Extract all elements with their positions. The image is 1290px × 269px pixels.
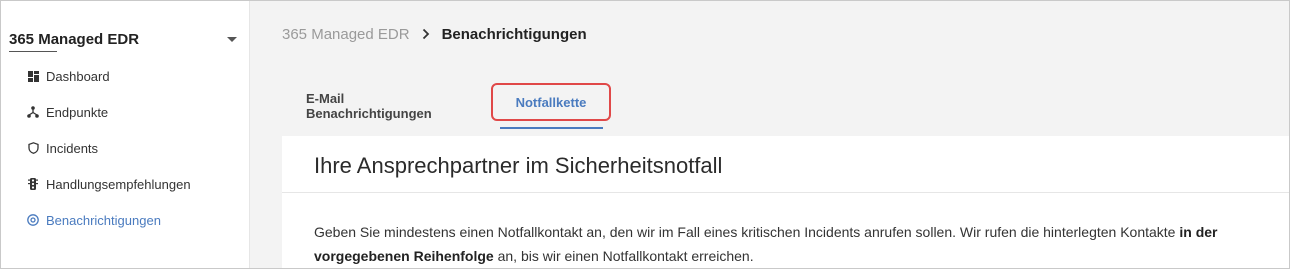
shield-icon [27, 142, 39, 154]
breadcrumb: 365 Managed EDR Benachrichtigungen [282, 23, 587, 45]
card-title: Ihre Ansprechpartner im Sicherheitsnotfa… [314, 153, 723, 178]
traffic-light-icon [27, 178, 39, 190]
sidebar-item-dashboard[interactable]: Dashboard [27, 58, 191, 94]
product-title: 365 Managed EDR [9, 30, 140, 48]
tab-label: Notfallkette [515, 94, 587, 110]
sidebar-item-label: Handlungsempfehlungen [46, 176, 191, 192]
tab-label: E-Mail Benachrichtigungen [306, 91, 432, 121]
sidebar-nav: Dashboard Endpunkte Incidents Handlungse… [27, 58, 191, 238]
content-card: Ihre Ansprechpartner im Sicherheitsnotfa… [282, 136, 1289, 268]
tab-email-notifications[interactable]: E-Mail Benachrichtigungen [306, 83, 467, 129]
main-content: 365 Managed EDR Benachrichtigungen E-Mai… [250, 1, 1289, 268]
dashboard-icon [27, 70, 39, 82]
sidebar-item-label: Endpunkte [46, 104, 109, 120]
at-sign-icon [27, 214, 39, 226]
product-underline [9, 51, 57, 52]
tab-notfallkette[interactable]: Notfallkette [491, 83, 611, 129]
sidebar-item-incidents[interactable]: Incidents [27, 130, 191, 166]
description-text-end: an, bis wir einen Notfallkontakt erreich… [493, 248, 754, 264]
breadcrumb-root[interactable]: 365 Managed EDR [282, 26, 410, 43]
sidebar: 365 Managed EDR Dashboard Endpunkte Inci… [1, 1, 250, 268]
caret-down-icon [227, 36, 237, 42]
sidebar-item-label: Benachrichtigungen [46, 212, 161, 228]
breadcrumb-current: Benachrichtigungen [441, 25, 587, 43]
chevron-right-icon [422, 28, 430, 40]
sidebar-item-benachrichtigungen[interactable]: Benachrichtigungen [27, 202, 191, 238]
active-tab-indicator [500, 127, 603, 129]
sidebar-item-handlungsempfehlungen[interactable]: Handlungsempfehlungen [27, 166, 191, 202]
network-icon [27, 106, 39, 118]
card-divider [282, 192, 1289, 193]
product-switcher[interactable]: 365 Managed EDR [9, 27, 241, 51]
sidebar-item-label: Dashboard [46, 68, 110, 84]
app-frame: 365 Managed EDR Dashboard Endpunkte Inci… [0, 0, 1290, 269]
sidebar-item-label: Incidents [46, 140, 99, 156]
description-text: Geben Sie mindestens einen Notfallkontak… [314, 224, 1176, 240]
sidebar-item-endpunkte[interactable]: Endpunkte [27, 94, 191, 130]
card-description: Geben Sie mindestens einen Notfallkontak… [314, 220, 1274, 268]
